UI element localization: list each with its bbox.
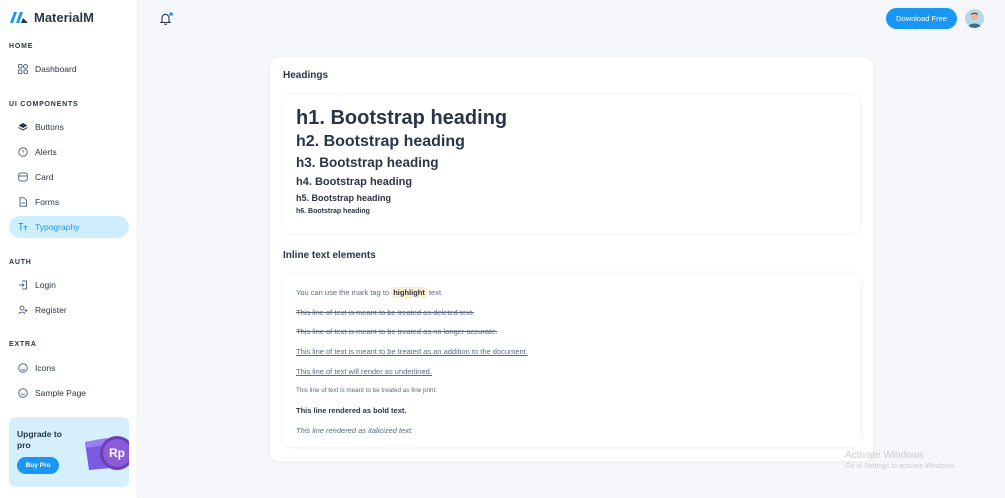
typography-card: Headings h1. Bootstrap heading h2. Boots… (270, 57, 873, 461)
section-ui-components: UI COMPONENTS (9, 101, 79, 108)
file-icon (18, 197, 28, 207)
sidebar-item-icons[interactable]: Icons (9, 357, 129, 379)
inline-elements-title: Inline text elements (283, 250, 376, 261)
sidebar: MaterialM HOME Dashboard UI COMPONENTS B… (0, 0, 138, 498)
headings-panel: h1. Bootstrap heading h2. Bootstrap head… (283, 95, 860, 233)
mood-icon (18, 363, 28, 373)
sidebar-item-label: Forms (35, 197, 60, 207)
avatar-icon (968, 12, 981, 28)
sidebar-item-login[interactable]: Login (9, 274, 129, 296)
mark-prefix: You can use the mark tag to (296, 288, 392, 297)
rp-badge-illustration: Rp (85, 436, 129, 470)
typography-icon (18, 222, 28, 232)
brand-name: MaterialM (34, 9, 94, 25)
section-home: HOME (9, 43, 34, 50)
sidebar-item-label: Typography (35, 222, 80, 232)
deleted-text-line: This line of text is meant to be treated… (296, 308, 475, 317)
sidebar-item-label: Dashboard (35, 64, 77, 74)
section-auth: AUTH (9, 259, 32, 266)
sidebar-item-label: Buttons (35, 122, 64, 132)
upgrade-title: Upgrade to pro (17, 429, 62, 450)
heading-h6: h6. Bootstrap heading (296, 208, 370, 215)
sidebar-item-register[interactable]: Register (9, 299, 129, 321)
heading-h2: h2. Bootstrap heading (296, 133, 465, 150)
login-icon (18, 280, 28, 290)
upgrade-banner: Upgrade to pro Buy Pro Rp (9, 417, 129, 487)
sidebar-item-alerts[interactable]: Alerts (9, 141, 129, 163)
sidebar-item-label: Login (35, 280, 56, 290)
sidebar-item-typography[interactable]: Typography (9, 216, 129, 238)
card-icon (18, 172, 28, 182)
inline-elements-panel: You can use the mark tag to highlight te… (283, 274, 860, 447)
no-longer-accurate-line: This line of text is meant to be treated… (296, 327, 498, 336)
sidebar-item-sample-page[interactable]: Sample Page (9, 382, 129, 404)
italic-line: This line rendered as italicized text. (296, 426, 414, 435)
heading-h4: h4. Bootstrap heading (296, 176, 413, 188)
sidebar-item-label: Icons (35, 363, 56, 373)
sidebar-item-dashboard[interactable]: Dashboard (9, 58, 129, 80)
download-free-button[interactable]: Download Free (886, 8, 957, 29)
heading-h3: h3. Bootstrap heading (296, 155, 439, 170)
layers-icon (18, 122, 28, 132)
underlined-line: This line of text will render as underli… (296, 367, 432, 376)
mark-suffix: text. (426, 288, 444, 297)
mark-line: You can use the mark tag to highlight te… (296, 287, 444, 298)
dashboard-icon (18, 64, 28, 74)
sidebar-item-forms[interactable]: Forms (9, 191, 129, 213)
notification-bell-icon[interactable] (159, 12, 173, 26)
heading-h1: h1. Bootstrap heading (296, 107, 508, 129)
sidebar-item-card[interactable]: Card (9, 166, 129, 188)
sidebar-item-label: Card (35, 172, 54, 182)
user-plus-icon (18, 305, 28, 315)
sidebar-item-label: Alerts (35, 147, 57, 157)
headings-title: Headings (283, 70, 329, 81)
smile-icon (18, 388, 28, 398)
watermark-subtitle: Go to Settings to activate Windows. (845, 463, 956, 470)
addition-line: This line of text is meant to be treated… (296, 347, 528, 356)
bold-line: This line rendered as bold text. (296, 406, 407, 415)
sidebar-item-buttons[interactable]: Buttons (9, 116, 129, 138)
windows-activation-watermark: Activate Windows Go to Settings to activ… (845, 450, 956, 470)
watermark-title: Activate Windows (845, 450, 924, 461)
buy-pro-button[interactable]: Buy Pro (17, 457, 59, 474)
heading-h5: h5. Bootstrap heading (296, 193, 392, 203)
highlight-mark: highlight (391, 287, 427, 298)
user-avatar[interactable] (965, 9, 984, 28)
logo-icon (10, 12, 28, 23)
rp-badge-text: Rp (109, 446, 125, 460)
info-circle-icon (18, 147, 28, 157)
brand[interactable]: MaterialM (9, 9, 94, 25)
sidebar-item-label: Sample Page (35, 388, 87, 398)
sidebar-item-label: Register (35, 305, 67, 315)
fine-print-line: This line of text is meant to be treated… (296, 387, 438, 394)
section-extra: EXTRA (9, 341, 37, 348)
